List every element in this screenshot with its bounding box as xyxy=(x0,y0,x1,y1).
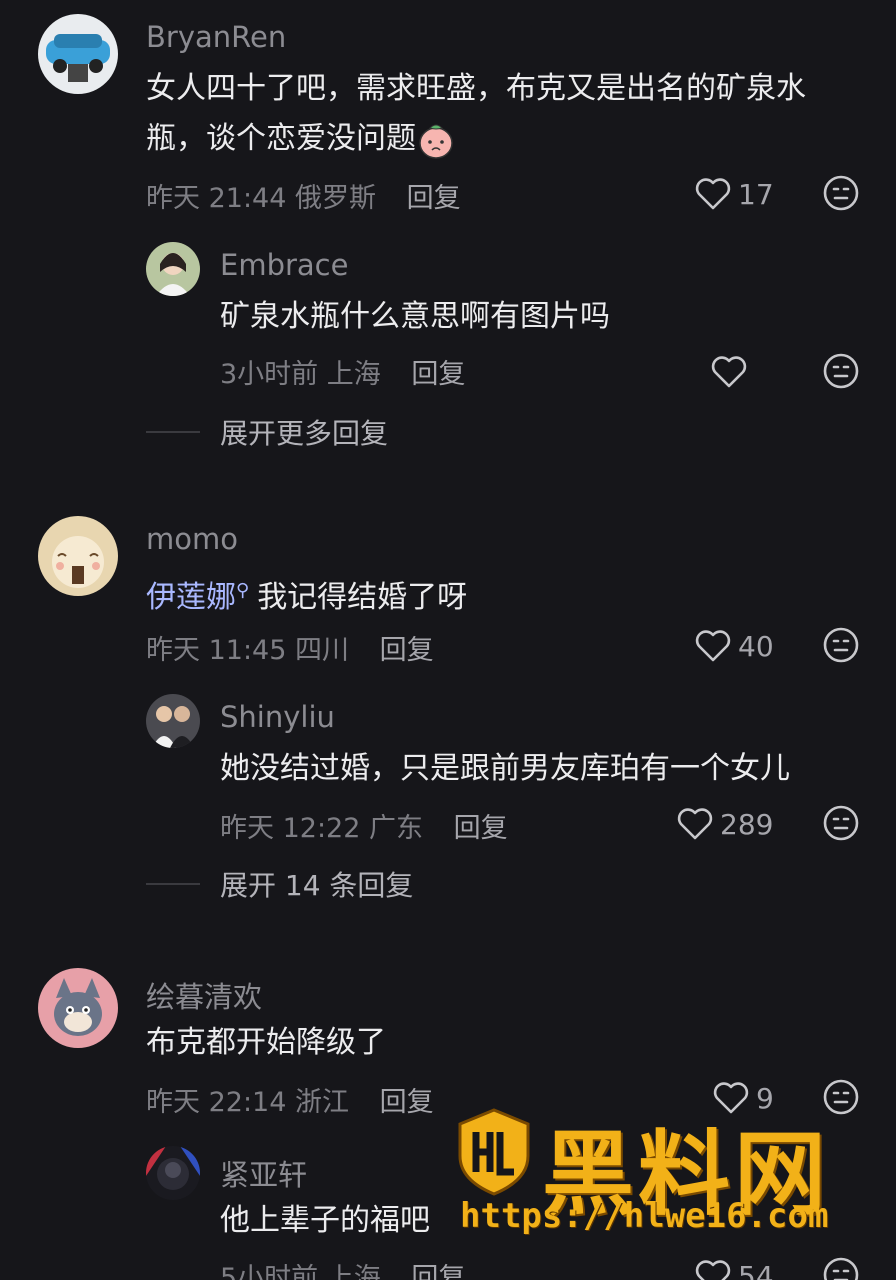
comment-meta: 昨天 22:14 浙江 回复 xyxy=(146,1080,434,1119)
comment-time: 昨天 11:45 xyxy=(146,635,287,666)
comment-meta: 3小时前 上海 回复 xyxy=(220,352,465,391)
avatar[interactable] xyxy=(146,242,200,296)
comment-location: 俄罗斯 xyxy=(295,183,376,214)
username[interactable]: 绘暮清欢 xyxy=(146,974,262,1016)
comment-location: 四川 xyxy=(295,635,349,666)
heart-icon xyxy=(677,808,713,840)
avatar[interactable] xyxy=(38,14,118,94)
peach-face-emoji-icon xyxy=(416,120,456,160)
like-button[interactable]: 17 xyxy=(694,174,774,214)
comment-text-line: 我记得结婚了呀 xyxy=(257,580,468,615)
comment-location: 浙江 xyxy=(295,1087,349,1118)
comment-text-line: 女人四十了吧，需求旺盛，布克又是出名的矿泉水 xyxy=(146,71,806,106)
comment-location: 上海 xyxy=(326,359,381,390)
username[interactable]: Shinyliu xyxy=(220,700,335,734)
comment-meta: 5小时前 上海 回复 xyxy=(220,1256,465,1280)
neutral-face-icon xyxy=(823,175,859,211)
username[interactable]: Embrace xyxy=(220,248,348,282)
reply-button[interactable]: 回复 xyxy=(380,1087,434,1118)
expand-replies-label: 展开 14 条回复 xyxy=(220,869,414,902)
heart-icon xyxy=(695,630,731,662)
neutral-face-icon xyxy=(823,353,859,389)
heart-icon xyxy=(711,356,747,388)
dislike-button[interactable] xyxy=(822,1256,860,1280)
neutral-face-icon xyxy=(823,805,859,841)
avatar[interactable] xyxy=(146,1146,200,1200)
mention-link[interactable]: 伊莲娜 xyxy=(146,580,236,615)
reply-button[interactable]: 回复 xyxy=(407,183,461,214)
dislike-button[interactable] xyxy=(822,174,860,212)
search-icon: ⚲ xyxy=(236,580,250,601)
expand-replies-button[interactable]: 展开更多回复 xyxy=(146,412,388,452)
shield-logo-icon xyxy=(456,1108,532,1196)
like-count: 54 xyxy=(738,1259,774,1280)
watermark: 黑料网 https://hlwe16.com xyxy=(456,1108,836,1248)
like-button[interactable] xyxy=(710,352,748,392)
username[interactable]: 紧亚轩 xyxy=(220,1152,307,1194)
like-count: 17 xyxy=(738,177,774,211)
like-count: 40 xyxy=(738,629,774,663)
comment-meta: 昨天 21:44 俄罗斯 回复 xyxy=(146,176,461,215)
comment-time: 5小时前 xyxy=(220,1263,319,1280)
avatar[interactable] xyxy=(146,694,200,748)
divider xyxy=(146,431,200,433)
neutral-face-icon xyxy=(823,627,859,663)
neutral-face-icon xyxy=(823,1257,859,1280)
expand-replies-label: 展开更多回复 xyxy=(220,417,389,450)
reply-button[interactable]: 回复 xyxy=(380,635,434,666)
reply-button[interactable]: 回复 xyxy=(454,813,508,844)
divider xyxy=(146,883,200,885)
comment-meta: 昨天 12:22 广东 回复 xyxy=(220,806,508,845)
expand-replies-button[interactable]: 展开 14 条回复 xyxy=(146,864,413,904)
dislike-button[interactable] xyxy=(822,352,860,390)
like-button[interactable]: 54 xyxy=(694,1256,774,1280)
comment-location: 上海 xyxy=(326,1263,381,1280)
comment-time: 昨天 22:14 xyxy=(146,1087,287,1118)
comment-meta: 昨天 11:45 四川 回复 xyxy=(146,628,434,667)
comment-time: 昨天 21:44 xyxy=(146,183,287,214)
comment-text: 瓶，谈个恋爱没问题 xyxy=(146,114,456,164)
reply-button[interactable]: 回复 xyxy=(411,1263,465,1280)
reply-button[interactable]: 回复 xyxy=(411,359,465,390)
reply-text: 他上辈子的福吧 xyxy=(220,1203,430,1238)
like-button[interactable]: 289 xyxy=(676,804,773,844)
like-button[interactable]: 40 xyxy=(694,626,774,666)
comment-text: 布克都开始降级了 xyxy=(146,1025,386,1060)
heart-icon xyxy=(695,1260,731,1280)
comment-text: 伊莲娜⚲ 我记得结婚了呀 xyxy=(146,566,467,623)
comment-text-line: 瓶，谈个恋爱没问题 xyxy=(146,121,416,156)
reply-text: 矿泉水瓶什么意思啊有图片吗 xyxy=(220,299,610,334)
username[interactable]: BryanRen xyxy=(146,20,286,54)
username[interactable]: momo xyxy=(146,522,238,556)
comment-time: 昨天 12:22 xyxy=(220,813,361,844)
watermark-url: https://hlwe16.com xyxy=(460,1196,829,1236)
avatar[interactable] xyxy=(38,516,118,596)
like-count: 289 xyxy=(720,807,774,841)
comment-time: 3小时前 xyxy=(220,359,319,390)
comment-text: 女人四十了吧，需求旺盛，布克又是出名的矿泉水 xyxy=(146,64,806,114)
comment-location: 广东 xyxy=(369,813,423,844)
heart-icon xyxy=(695,178,731,210)
dislike-button[interactable] xyxy=(822,804,860,842)
dislike-button[interactable] xyxy=(822,626,860,664)
reply-text: 她没结过婚，只是跟前男友库珀有一个女儿 xyxy=(220,751,790,786)
avatar[interactable] xyxy=(38,968,118,1048)
